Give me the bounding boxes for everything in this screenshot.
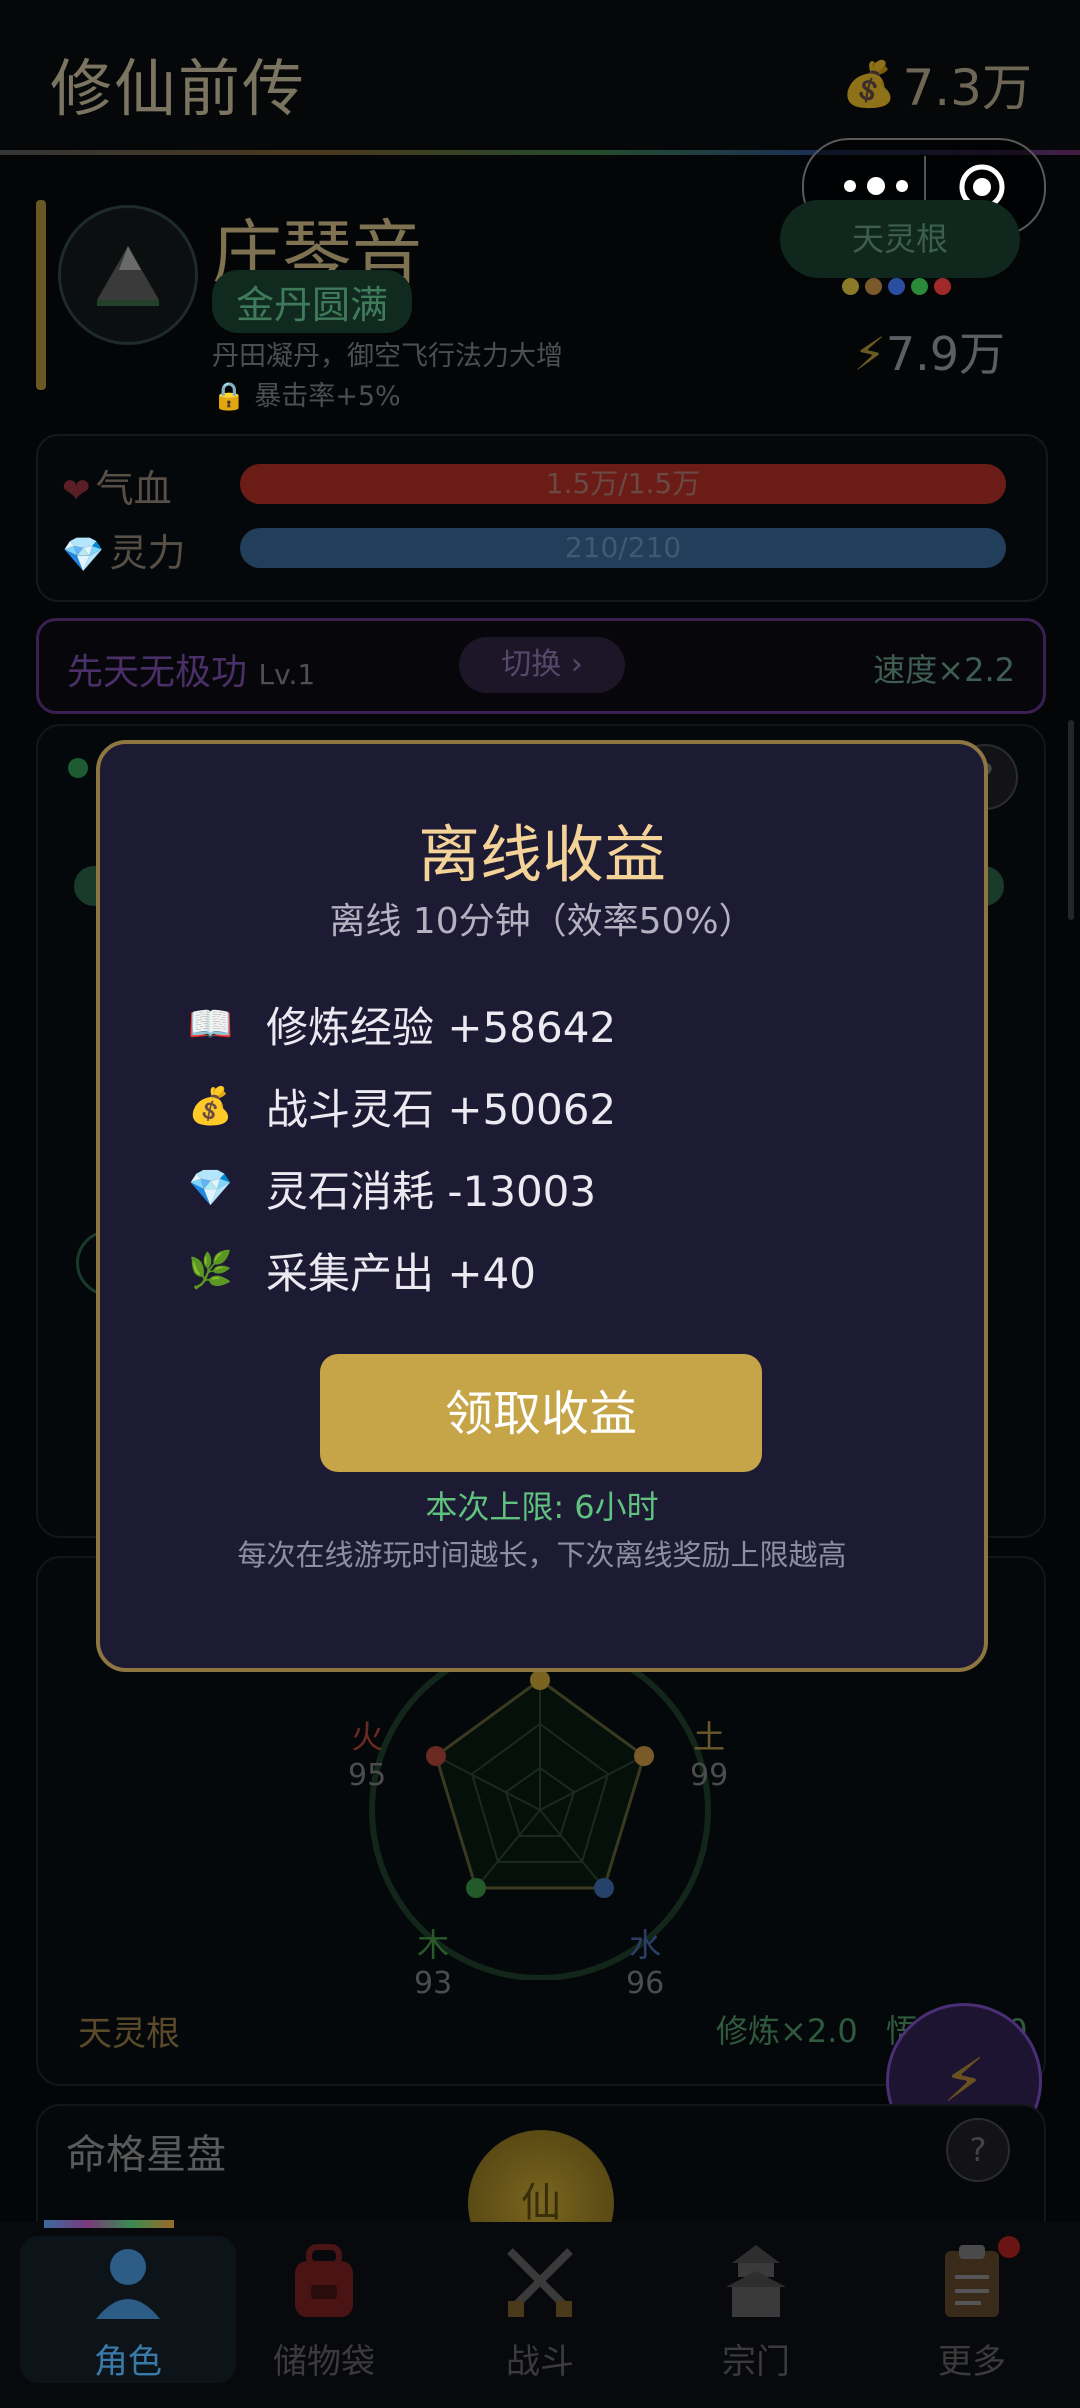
radar-fire-label: 火 xyxy=(351,1718,384,1756)
person-icon xyxy=(20,2236,236,2326)
lightning-icon: ⚡ xyxy=(853,327,886,381)
money-bag-icon: 💰 xyxy=(841,59,897,110)
crossed-swords-icon xyxy=(432,2236,648,2326)
element-dot xyxy=(888,278,905,295)
nav-item-sect[interactable]: 宗门 xyxy=(648,2236,864,2383)
star-chart-title: 命格星盘 xyxy=(66,2132,226,2178)
radar-wood-label: 木 xyxy=(417,1926,450,1964)
bag-icon xyxy=(216,2236,432,2326)
radar-earth-label: 土 xyxy=(693,1718,726,1756)
app-title: 修仙前传 xyxy=(50,52,307,125)
element-dot xyxy=(842,278,859,295)
realm-description: 丹田凝丹，御空飞行法力大增 xyxy=(212,341,563,372)
mp-label: 灵力 xyxy=(109,531,186,575)
star-chart-help-icon[interactable]: ? xyxy=(946,2118,1010,2182)
element-dots xyxy=(842,278,951,295)
heart-icon: ❤ xyxy=(62,471,91,511)
nav-label-more: 更多 xyxy=(938,2342,1006,2382)
technique-name-wrap: 先天无极功 Lv.1 xyxy=(67,643,315,695)
radar-earth-value: 99 xyxy=(690,1758,729,1793)
crit-bonus-text: 暴击率+5% xyxy=(254,381,401,412)
claim-rewards-button[interactable]: 领取收益 xyxy=(320,1354,762,1472)
nav-item-more[interactable]: 更多 xyxy=(864,2236,1080,2383)
combat-power: ⚡7.9万 xyxy=(854,318,1005,384)
radar-root-label: 天灵根 xyxy=(78,2014,180,2054)
offline-tip-text: 每次在线游玩时间越长，下次离线奖励上限越高 xyxy=(237,1538,847,1572)
pagoda-icon xyxy=(648,2236,864,2326)
element-dot xyxy=(911,278,928,295)
nav-label-character: 角色 xyxy=(94,2342,162,2382)
radar-earth: 土 99 xyxy=(690,1712,728,1793)
radar-wood: 木 93 xyxy=(414,1920,452,2001)
radar-water: 水 96 xyxy=(626,1920,664,2001)
radar-fire: 火 95 xyxy=(348,1712,386,1793)
technique-switch-button[interactable]: 切换 › xyxy=(459,637,625,693)
technique-level: Lv.1 xyxy=(258,658,316,691)
realm-badge: 金丹圆满 xyxy=(212,270,413,333)
technique-speed: 速度×2.2 xyxy=(873,651,1015,689)
nav-label-storage: 储物袋 xyxy=(273,2342,375,2382)
technique-strip: 先天无极功 Lv.1 切换 › 速度×2.2 xyxy=(36,618,1046,714)
reward-text-stones: 战斗灵石 +50062 xyxy=(266,1084,617,1134)
nav-label-sect: 宗门 xyxy=(722,2342,790,2382)
modal-title: 离线收益 xyxy=(417,818,666,891)
status-dot xyxy=(68,758,88,778)
avatar[interactable] xyxy=(58,205,198,345)
spirit-root-badge[interactable]: 天灵根 xyxy=(780,200,1020,278)
offline-rewards-modal: 离线收益 离线 10分钟（效率50%） 📖 修炼经验 +58642 💰 战斗灵石… xyxy=(96,740,988,1672)
clipboard-icon xyxy=(864,2236,1080,2326)
technique-name: 先天无极功 xyxy=(67,652,248,693)
radar-water-value: 96 xyxy=(626,1966,665,2001)
element-dot xyxy=(865,278,882,295)
herb-icon: 🌿 xyxy=(188,1250,233,1291)
nav-item-storage[interactable]: 储物袋 xyxy=(216,2236,432,2383)
scrollbar[interactable] xyxy=(1068,720,1074,920)
lock-icon: 🔒 xyxy=(212,381,246,412)
mp-row: 💎 灵力 xyxy=(62,522,185,577)
money-bag-icon: 💰 xyxy=(188,1086,233,1127)
offline-limit-text: 本次上限: 6小时 xyxy=(425,1488,659,1526)
nav-item-character[interactable]: 角色 xyxy=(20,2236,236,2383)
combat-power-value: 7.9万 xyxy=(885,327,1005,381)
notification-dot xyxy=(998,2236,1020,2258)
mountain-icon xyxy=(97,246,159,306)
hp-label: 气血 xyxy=(95,467,172,511)
radar-wood-value: 93 xyxy=(414,1966,453,2001)
radar-fire-value: 95 xyxy=(348,1758,387,1793)
profile-accent-bar xyxy=(36,200,46,390)
reward-text-consume: 灵石消耗 -13003 xyxy=(266,1166,597,1216)
gem-icon: 💎 xyxy=(188,1168,233,1209)
stats-panel xyxy=(36,434,1048,602)
diamond-icon: 💎 xyxy=(62,535,105,575)
book-icon: 📖 xyxy=(188,1004,233,1045)
reward-text-gather: 采集产出 +40 xyxy=(266,1248,536,1298)
radar-cultivation-text: 修炼×2.0 xyxy=(716,2012,858,2050)
nav-highlight-strip xyxy=(44,2220,174,2228)
mp-bar: 210/210 xyxy=(240,528,1006,568)
reward-row-stones: 💰 战斗灵石 +50062 xyxy=(188,1076,616,1136)
reward-text-exp: 修炼经验 +58642 xyxy=(266,1002,617,1052)
nav-label-battle: 战斗 xyxy=(506,2342,574,2382)
crit-bonus: 🔒 暴击率+5% xyxy=(212,374,401,413)
nav-item-battle[interactable]: 战斗 xyxy=(432,2236,648,2383)
wealth-value: 7.3万 xyxy=(902,59,1032,117)
reward-row-gather: 🌿 采集产出 +40 xyxy=(188,1240,536,1300)
radar-water-label: 水 xyxy=(629,1926,662,1964)
hp-row: ❤ 气血 xyxy=(62,458,172,513)
wealth-display: 💰 7.3万 xyxy=(842,48,1032,120)
element-dot xyxy=(934,278,951,295)
reward-row-consume: 💎 灵石消耗 -13003 xyxy=(188,1158,596,1218)
modal-subtitle: 离线 10分钟（效率50%） xyxy=(329,901,755,942)
hp-bar: 1.5万/1.5万 xyxy=(240,464,1006,504)
reward-row-exp: 📖 修炼经验 +58642 xyxy=(188,994,616,1054)
